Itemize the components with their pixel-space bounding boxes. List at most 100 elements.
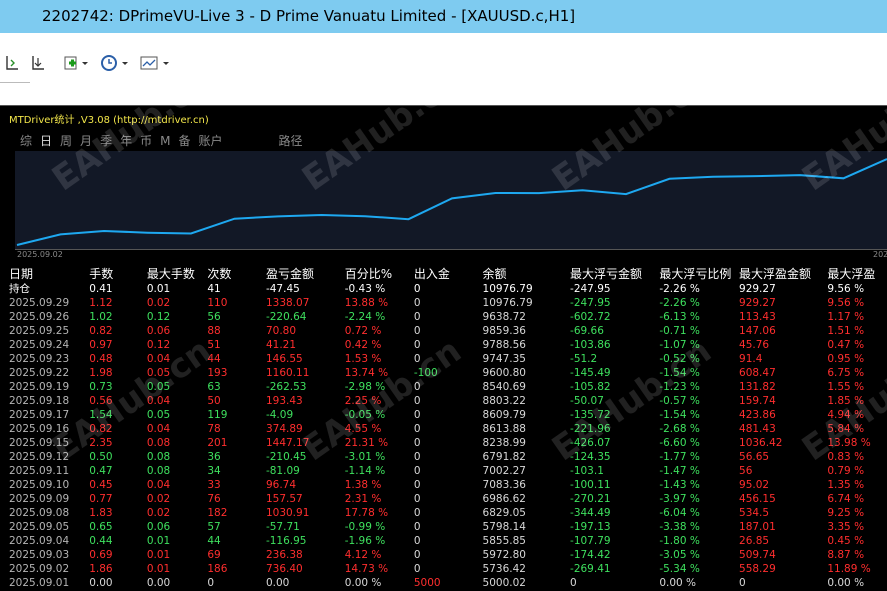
table-row[interactable]: 2025.09.16 0.82 0.04 78 374.89 4.55 % 0 8613.88…	[9, 422, 887, 436]
cell-flp: -1.47 %	[659, 465, 700, 477]
templates-icon[interactable]	[137, 51, 173, 75]
cell-fl: -100.11	[570, 479, 611, 491]
column-header[interactable]: 日期	[9, 266, 89, 282]
cell-maxlots: 0.01	[146, 563, 171, 575]
cell-lots: 0.45	[89, 479, 113, 491]
cell-bal: 8613.88	[482, 423, 526, 435]
cell-pct: -0.05 %	[344, 409, 386, 421]
cell-count: 182	[207, 507, 228, 519]
cell-pl: -4.09	[265, 409, 294, 421]
column-header[interactable]: 次数	[207, 266, 266, 282]
autoscroll-icon[interactable]	[28, 51, 48, 75]
table-row[interactable]: 2025.09.08 1.83 0.02 182 1030.91 17.78 % 0 6829…	[9, 506, 887, 520]
column-header[interactable]: 最大浮盈金额	[739, 266, 827, 282]
cell-lots: 1.12	[89, 297, 113, 309]
cell-io: 0	[413, 535, 421, 547]
column-header[interactable]: 百分比%	[345, 266, 414, 282]
table-row[interactable]: 2025.09.26 1.02 0.12 56 -220.64 -2.24 % 0 9638.…	[9, 310, 887, 324]
cell-lots: 0.82	[89, 423, 113, 435]
cell-date: 2025.09.03	[9, 549, 70, 561]
cell-maxlots: 0.04	[146, 423, 171, 435]
tab-4[interactable]: 季	[100, 132, 112, 149]
tab-7[interactable]: M	[160, 134, 170, 148]
table-row[interactable]: 2025.09.19 0.73 0.05 63 -262.53 -2.98 % 0 8540.…	[9, 380, 887, 394]
table-row[interactable]: 2025.09.11 0.47 0.08 34 -81.09 -1.14 % 0 7002.2…	[9, 464, 887, 478]
table-row[interactable]: 2025.09.24 0.97 0.12 51 41.21 0.42 % 0 9788.56 -…	[9, 338, 887, 352]
cell-bal: 10976.79	[482, 297, 533, 309]
cell-flp: -1.23 %	[659, 381, 700, 393]
column-header[interactable]: 手数	[89, 266, 147, 282]
table-row[interactable]: 2025.09.29 1.12 0.02 110 1338.07 13.88 % 0 1097…	[9, 296, 887, 310]
cell-fl: -50.07	[570, 395, 604, 407]
cell-fp: 1036.42	[739, 437, 783, 449]
tab-1[interactable]: 日	[40, 132, 52, 149]
column-header[interactable]: 最大浮盈	[827, 266, 887, 282]
cell-bal: 6791.82	[482, 451, 526, 463]
tab-9[interactable]: 账户	[198, 132, 222, 149]
table-row[interactable]: 2025.09.05 0.65 0.06 57 -57.71 -0.99 % 0 5798.1…	[9, 520, 887, 534]
equity-line	[16, 158, 887, 246]
cell-date: 2025.09.23	[9, 353, 70, 365]
column-header[interactable]: 最大浮亏比例	[659, 266, 739, 282]
cell-fpp: 13.98 %	[827, 437, 871, 449]
column-header[interactable]: 出入金	[414, 266, 483, 282]
tab-3[interactable]: 月	[80, 132, 92, 149]
table-row[interactable]: 2025.09.09 0.77 0.02 76 157.57 2.31 % 0 6986.62…	[9, 492, 887, 506]
cell-pl: -220.64	[265, 311, 307, 323]
cell-fp: 929.27	[739, 297, 776, 309]
periods-icon[interactable]	[96, 51, 132, 75]
tab-5[interactable]: 年	[120, 132, 132, 149]
indicator-name: MTDriver统计 ,V3.08 (http://mtdriver.cn)	[9, 115, 209, 126]
cell-flp: -3.05 %	[659, 549, 700, 561]
cell-count: 119	[207, 409, 228, 421]
cell-bal: 9859.36	[482, 325, 526, 337]
table-row[interactable]: 2025.09.01 0.00 0.00 0 0.00 0.00 % 5000 5000.02…	[9, 576, 887, 590]
column-header[interactable]: 盈亏金额	[266, 266, 345, 282]
indicators-icon[interactable]	[60, 51, 90, 75]
table-row[interactable]: 2025.09.02 1.86 0.01 186 736.40 14.73 % 0 5736.…	[9, 562, 887, 576]
cell-count: 33	[207, 479, 221, 491]
cell-io: 0	[413, 311, 421, 323]
table-row[interactable]: 2025.09.23 0.48 0.04 44 146.55 1.53 % 0 9747.35…	[9, 352, 887, 366]
table-row[interactable]: 2025.09.15 2.35 0.08 201 1447.17 21.31 % 0 8238…	[9, 436, 887, 450]
cell-flp: -1.54 %	[659, 367, 700, 379]
cell-pct: 13.88 %	[344, 297, 389, 309]
table-row[interactable]: 2025.09.17 1.54 0.05 119 -4.09 -0.05 % 0 8609.7…	[9, 408, 887, 422]
cell-pct: 17.78 %	[344, 507, 389, 519]
cell-fpp: 1.17 %	[827, 311, 865, 323]
cell-maxlots: 0.05	[146, 381, 171, 393]
table-row[interactable]: 2025.09.18 0.56 0.04 50 193.43 2.25 % 0 8803.22…	[9, 394, 887, 408]
cell-io: 0	[413, 409, 421, 421]
column-header[interactable]: 最大手数	[147, 266, 208, 282]
cell-pl: 374.89	[265, 423, 303, 435]
tab-8[interactable]: 备	[178, 132, 190, 149]
table-row[interactable]: 2025.09.04 0.44 0.01 44 -116.95 -1.96 % 0 5855.…	[9, 534, 887, 548]
cell-count: 110	[207, 297, 228, 309]
cell-date: 2025.09.08	[9, 507, 70, 519]
tab-10[interactable]: 路径	[279, 132, 303, 149]
cell-fpp: 0.79 %	[827, 465, 865, 477]
cell-fpp: 0.45 %	[827, 535, 865, 547]
chart-axis	[15, 249, 887, 250]
table-row[interactable]: 2025.09.12 0.50 0.08 36 -210.45 -3.01 % 0 6791.…	[9, 450, 887, 464]
cell-count: 36	[207, 451, 221, 463]
tab-0[interactable]: 综	[20, 132, 32, 149]
cell-bal: 5736.42	[482, 563, 526, 575]
table-row[interactable]: 2025.09.25 0.82 0.06 88 70.80 0.72 % 0 9859.36 -…	[9, 324, 887, 338]
cell-pct: -1.96 %	[344, 535, 386, 547]
holding-row[interactable]: 持仓 0.41 0.01 41 -47.45 -0.43 % 0 10976.79 -247.9…	[9, 282, 887, 296]
table-row[interactable]: 2025.09.22 1.98 0.05 193 1160.11 13.74 % -100 9…	[9, 366, 887, 380]
cell-flp: -6.04 %	[659, 507, 700, 519]
column-header[interactable]: 余额	[483, 266, 571, 282]
cell-lots: 0.97	[89, 339, 113, 351]
table-row[interactable]: 2025.09.03 0.69 0.01 69 236.38 4.12 % 0 5972.80…	[9, 548, 887, 562]
tab-2[interactable]: 周	[60, 132, 72, 149]
cell-lots: 0.47	[89, 465, 113, 477]
cell-lots: 0.00	[89, 577, 113, 589]
cell-maxlots: 0.05	[146, 367, 171, 379]
cell-pl: 0.00	[265, 577, 290, 589]
chart-shift-icon[interactable]	[2, 51, 22, 75]
tab-6[interactable]: 币	[140, 132, 152, 149]
column-header[interactable]: 最大浮亏金额	[570, 266, 659, 282]
table-row[interactable]: 2025.09.10 0.45 0.04 33 96.74 1.38 % 0 7083.36 -…	[9, 478, 887, 492]
